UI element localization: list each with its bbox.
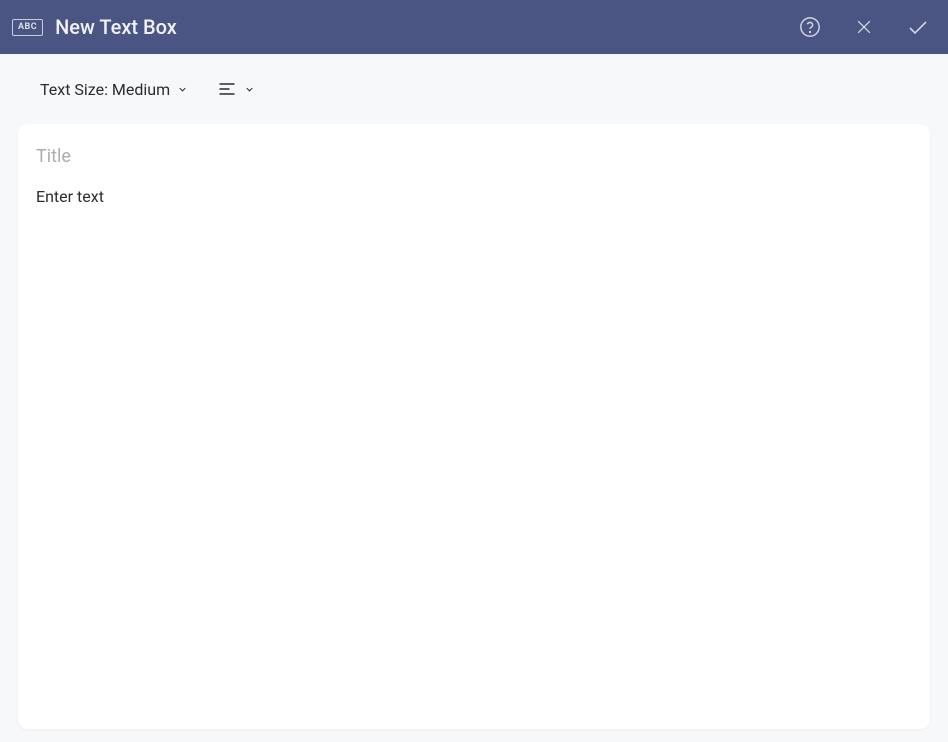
body-textarea[interactable] — [36, 173, 912, 713]
content-card — [18, 124, 930, 729]
header-bar: ABC New Text Box — [0, 0, 948, 54]
close-button[interactable] — [852, 15, 876, 39]
align-left-icon — [216, 78, 238, 100]
chevron-down-icon — [244, 80, 255, 99]
alignment-dropdown[interactable] — [216, 78, 255, 100]
header-left: ABC New Text Box — [12, 15, 798, 39]
help-icon — [799, 16, 821, 38]
close-icon — [854, 17, 874, 37]
page-title: New Text Box — [55, 15, 177, 39]
toolbar: Text Size: Medium — [0, 54, 948, 114]
text-size-dropdown[interactable]: Text Size: Medium — [40, 80, 188, 99]
confirm-button[interactable] — [906, 15, 930, 39]
help-button[interactable] — [798, 15, 822, 39]
text-size-label: Text Size: Medium — [40, 80, 170, 99]
abc-badge-icon: ABC — [12, 19, 43, 36]
header-actions — [798, 15, 930, 39]
title-input[interactable] — [36, 140, 912, 173]
checkmark-icon — [906, 15, 930, 39]
chevron-down-icon — [176, 83, 188, 95]
